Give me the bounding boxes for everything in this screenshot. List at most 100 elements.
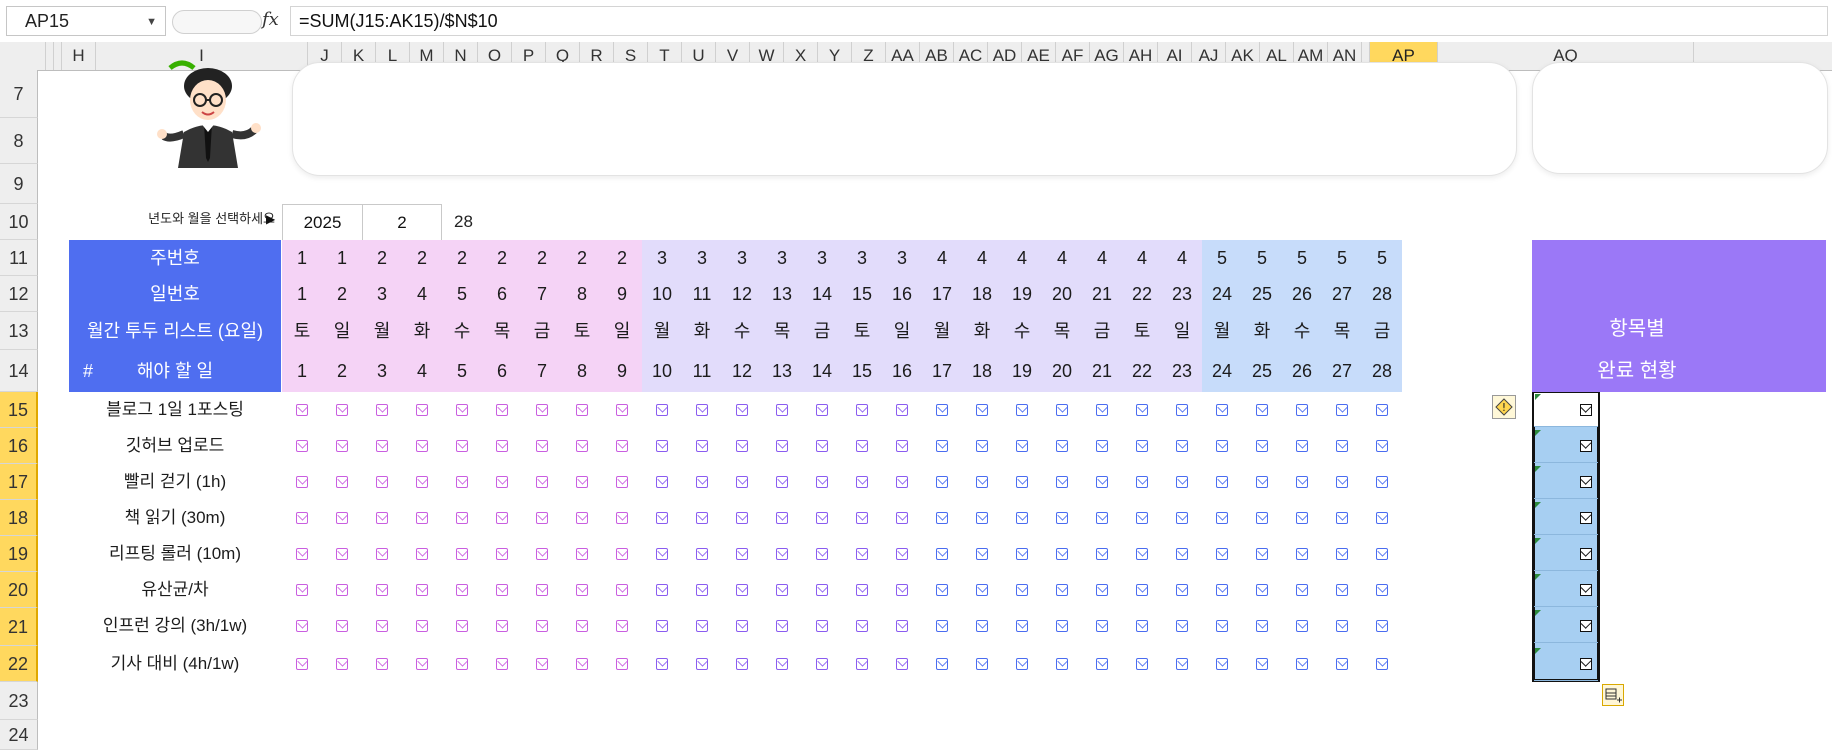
checkbox-icon[interactable] [1256, 658, 1268, 670]
checkbox-icon[interactable] [976, 404, 988, 416]
row-header-23[interactable]: 23 [0, 682, 38, 720]
checkbox-icon[interactable] [816, 404, 828, 416]
checkbox-icon[interactable] [1056, 620, 1068, 632]
checkbox-icon[interactable] [696, 620, 708, 632]
checkbox-icon[interactable] [296, 476, 308, 488]
completion-cell[interactable] [1534, 647, 1598, 681]
checkbox-icon[interactable] [1296, 476, 1308, 488]
checkbox-icon[interactable] [896, 548, 908, 560]
checkbox-icon[interactable] [816, 620, 828, 632]
checkbox-icon[interactable] [976, 620, 988, 632]
checkbox-icon[interactable] [1336, 404, 1348, 416]
checkbox-icon[interactable] [456, 404, 468, 416]
checkbox-icon[interactable] [1136, 584, 1148, 596]
checkbox-icon[interactable] [656, 440, 668, 452]
checkbox-icon[interactable] [1216, 620, 1228, 632]
checkbox-icon[interactable] [336, 658, 348, 670]
column-header-F[interactable] [46, 42, 54, 70]
checkbox-icon[interactable] [976, 440, 988, 452]
formula-pill[interactable] [172, 10, 262, 34]
checkbox-icon[interactable] [1056, 658, 1068, 670]
checkbox-icon[interactable] [856, 404, 868, 416]
checkbox-icon[interactable] [456, 512, 468, 524]
checkbox-icon[interactable] [1336, 658, 1348, 670]
checkbox-icon[interactable] [576, 440, 588, 452]
checkbox-icon[interactable] [1216, 584, 1228, 596]
checkbox-icon[interactable] [1256, 620, 1268, 632]
checkbox-icon[interactable] [856, 440, 868, 452]
checkbox-icon[interactable] [1336, 512, 1348, 524]
checkbox-icon[interactable] [1216, 512, 1228, 524]
checkbox-icon[interactable] [616, 476, 628, 488]
checkbox-icon[interactable] [1580, 404, 1592, 416]
checkbox-icon[interactable] [1056, 584, 1068, 596]
checkbox-icon[interactable] [1176, 584, 1188, 596]
checkbox-icon[interactable] [336, 548, 348, 560]
checkbox-icon[interactable] [696, 658, 708, 670]
checkbox-icon[interactable] [1216, 404, 1228, 416]
checkbox-icon[interactable] [536, 584, 548, 596]
checkbox-icon[interactable] [416, 584, 428, 596]
checkbox-icon[interactable] [736, 584, 748, 596]
checkbox-icon[interactable] [1136, 476, 1148, 488]
checkbox-icon[interactable] [296, 404, 308, 416]
checkbox-icon[interactable] [1016, 440, 1028, 452]
checkbox-icon[interactable] [536, 548, 548, 560]
checkbox-icon[interactable] [1336, 440, 1348, 452]
checkbox-icon[interactable] [1580, 658, 1592, 670]
checkbox-icon[interactable] [1176, 440, 1188, 452]
checkbox-icon[interactable] [1580, 584, 1592, 596]
checkbox-icon[interactable] [576, 512, 588, 524]
checkbox-icon[interactable] [976, 548, 988, 560]
checkbox-icon[interactable] [1176, 548, 1188, 560]
checkbox-icon[interactable] [936, 548, 948, 560]
checkbox-icon[interactable] [736, 476, 748, 488]
row-header-8[interactable]: 8 [0, 118, 38, 164]
checkbox-icon[interactable] [536, 512, 548, 524]
checkbox-icon[interactable] [1096, 584, 1108, 596]
checkbox-icon[interactable] [656, 548, 668, 560]
checkbox-icon[interactable] [376, 476, 388, 488]
row-header-13[interactable]: 13 [0, 312, 38, 350]
row-header-11[interactable]: 11 [0, 240, 38, 276]
checkbox-icon[interactable] [976, 584, 988, 596]
row-header-22[interactable]: 22 [0, 646, 38, 682]
checkbox-icon[interactable] [1216, 440, 1228, 452]
checkbox-icon[interactable] [656, 404, 668, 416]
checkbox-icon[interactable] [736, 548, 748, 560]
checkbox-icon[interactable] [1336, 476, 1348, 488]
checkbox-icon[interactable] [936, 584, 948, 596]
checkbox-icon[interactable] [976, 658, 988, 670]
checkbox-icon[interactable] [616, 404, 628, 416]
checkbox-icon[interactable] [1136, 404, 1148, 416]
checkbox-icon[interactable] [336, 512, 348, 524]
column-header-E[interactable] [38, 42, 46, 70]
checkbox-icon[interactable] [296, 620, 308, 632]
checkbox-icon[interactable] [696, 548, 708, 560]
checkbox-icon[interactable] [1056, 476, 1068, 488]
year-input[interactable]: 2025 [282, 204, 363, 241]
checkbox-icon[interactable] [1096, 548, 1108, 560]
checkbox-icon[interactable] [1216, 548, 1228, 560]
checkbox-icon[interactable] [336, 440, 348, 452]
checkbox-icon[interactable] [896, 404, 908, 416]
checkbox-icon[interactable] [696, 476, 708, 488]
checkbox-icon[interactable] [1296, 658, 1308, 670]
checkbox-icon[interactable] [536, 404, 548, 416]
checkbox-icon[interactable] [1296, 620, 1308, 632]
checkbox-icon[interactable] [496, 548, 508, 560]
completion-cell[interactable] [1534, 501, 1598, 535]
checkbox-icon[interactable] [976, 512, 988, 524]
checkbox-icon[interactable] [1376, 512, 1388, 524]
checkbox-icon[interactable] [696, 440, 708, 452]
checkbox-icon[interactable] [656, 584, 668, 596]
checkbox-icon[interactable] [1016, 620, 1028, 632]
completion-cell[interactable] [1534, 429, 1598, 463]
checkbox-icon[interactable] [616, 512, 628, 524]
checkbox-icon[interactable] [1580, 476, 1592, 488]
checkbox-icon[interactable] [1296, 548, 1308, 560]
checkbox-icon[interactable] [1376, 658, 1388, 670]
checkbox-icon[interactable] [336, 476, 348, 488]
row-header-16[interactable]: 16 [0, 428, 38, 464]
checkbox-icon[interactable] [456, 620, 468, 632]
